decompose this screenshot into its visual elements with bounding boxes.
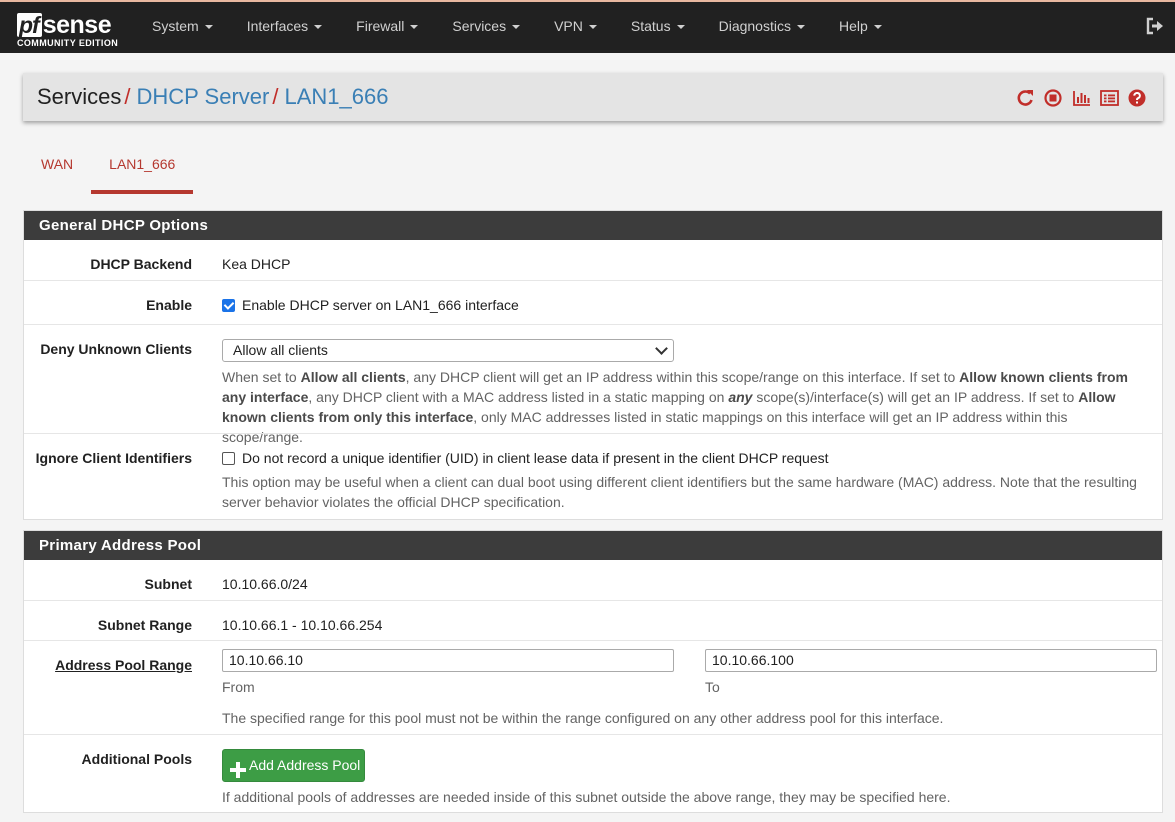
ignore-client-identifiers-checkbox-label: Do not record a unique identifier (UID) …: [242, 450, 829, 466]
subnet-range-label: Subnet Range: [97, 617, 192, 633]
enable-option: Enable DHCP server on LAN1_666 interface: [222, 297, 519, 313]
caret-down-icon: [873, 25, 882, 30]
additional-pools-label: Additional Pools: [81, 751, 192, 767]
caret-down-icon: [796, 25, 805, 30]
caret-down-icon: [410, 25, 419, 30]
subnet-range-row: Subnet Range 10.10.66.1 - 10.10.66.254: [24, 600, 1162, 640]
menu-system-label: System: [152, 18, 199, 34]
main-menu: System Interfaces Firewall Services VPN …: [135, 2, 899, 53]
interface-tabs: WAN LAN1_666: [23, 147, 194, 194]
general-dhcp-options-panel: General DHCP Options DHCP Backend Kea DH…: [23, 210, 1163, 520]
dhcp-backend-row: DHCP Backend Kea DHCP: [24, 240, 1162, 280]
restart-icon[interactable]: [1015, 88, 1037, 108]
ignore-client-identifiers-label: Ignore Client Identifiers: [35, 450, 192, 466]
breadcrumb-dhcp-server-link[interactable]: DHCP Server: [136, 84, 269, 109]
logo-edition-text: COMMUNITY EDITION: [17, 38, 119, 48]
menu-firewall-label: Firewall: [356, 18, 405, 34]
plus-icon: [230, 758, 246, 778]
breadcrumb-lan1-666-link[interactable]: LAN1_666: [284, 84, 388, 109]
header-icon-bar: [1015, 88, 1149, 108]
menu-vpn-label: VPN: [554, 18, 583, 34]
address-pool-range-row: Address Pool Range 10.10.66.10 From 10.1…: [24, 640, 1162, 734]
enable-checkbox[interactable]: [222, 299, 235, 312]
dhcp-backend-value: Kea DHCP: [222, 256, 291, 272]
additional-pools-row: Additional Pools Add Address Pool If add…: [24, 734, 1162, 814]
menu-services[interactable]: Services: [435, 2, 537, 53]
help-text: scope(s)/interface(s) will get an IP add…: [752, 389, 1079, 405]
menu-diagnostics[interactable]: Diagnostics: [702, 2, 822, 53]
caret-down-icon: [314, 25, 323, 30]
help-bold-italic-text: any: [728, 389, 753, 405]
address-pool-range-label[interactable]: Address Pool Range: [24, 657, 192, 673]
breadcrumb-separator: /: [124, 84, 131, 109]
caret-down-icon: [204, 25, 213, 30]
tab-lan1-666[interactable]: LAN1_666: [91, 147, 194, 194]
breadcrumb-panel: Services / DHCP Server / LAN1_666: [23, 73, 1163, 121]
deny-unknown-clients-select[interactable]: Allow all clients: [222, 339, 674, 362]
subnet-label: Subnet: [144, 576, 192, 592]
menu-vpn[interactable]: VPN: [537, 2, 614, 53]
logo-sense-text: sense: [42, 11, 112, 39]
panel-title: Primary Address Pool: [24, 531, 1162, 560]
pool-range-from-input[interactable]: 10.10.66.10: [222, 649, 674, 672]
menu-firewall[interactable]: Firewall: [339, 2, 435, 53]
menu-system[interactable]: System: [135, 2, 230, 53]
subnet-row: Subnet 10.10.66.0/24: [24, 560, 1162, 600]
help-text: , any DHCP client will get an IP address…: [405, 369, 960, 385]
deny-unknown-clients-row: Deny Unknown Clients Allow all clients W…: [24, 324, 1162, 445]
dhcp-backend-label: DHCP Backend: [90, 256, 192, 272]
menu-help-label: Help: [838, 18, 868, 34]
pfsense-logo[interactable]: pf sense COMMUNITY EDITION: [17, 9, 125, 49]
additional-pools-help: If additional pools of addresses are nee…: [222, 789, 951, 805]
menu-status-label: Status: [630, 18, 671, 34]
help-text: , any DHCP client with a MAC address lis…: [308, 389, 729, 405]
enable-label: Enable: [146, 297, 192, 313]
add-address-pool-button[interactable]: Add Address Pool: [222, 749, 365, 782]
panel-title: General DHCP Options: [24, 211, 1162, 240]
enable-row: Enable Enable DHCP server on LAN1_666 in…: [24, 280, 1162, 324]
breadcrumb-services: Services: [37, 84, 122, 109]
breadcrumb: Services / DHCP Server / LAN1_666: [37, 85, 388, 109]
primary-address-pool-panel: Primary Address Pool Subnet 10.10.66.0/2…: [23, 530, 1163, 813]
logout-icon[interactable]: [1145, 16, 1165, 36]
caret-down-icon: [512, 25, 521, 30]
ignore-client-identifiers-row: Ignore Client Identifiers Do not record …: [24, 433, 1162, 519]
add-address-pool-label: Add Address Pool: [249, 757, 361, 773]
top-navbar: pf sense COMMUNITY EDITION System Interfa…: [0, 0, 1175, 53]
address-pool-range-help: The specified range for this pool must n…: [222, 710, 944, 726]
chart-icon[interactable]: [1071, 88, 1093, 108]
help-text: When set to: [222, 369, 301, 385]
stop-icon[interactable]: [1043, 88, 1065, 108]
pool-range-to-label: To: [705, 679, 720, 695]
help-bold-text: Allow all clients: [300, 369, 406, 385]
deny-unknown-clients-selected: Allow all clients: [233, 342, 328, 358]
menu-help[interactable]: Help: [822, 2, 899, 53]
logo-pf-mark: pf: [17, 13, 42, 37]
pool-range-to-input[interactable]: 10.10.66.100: [705, 649, 1157, 672]
tab-wan[interactable]: WAN: [23, 147, 91, 190]
menu-diagnostics-label: Diagnostics: [718, 18, 791, 34]
ignore-client-identifiers-option: Do not record a unique identifier (UID) …: [222, 450, 829, 466]
pool-range-from-label: From: [222, 679, 255, 695]
caret-down-icon: [676, 25, 685, 30]
menu-services-label: Services: [452, 18, 507, 34]
caret-down-icon: [588, 25, 597, 30]
menu-status[interactable]: Status: [614, 2, 702, 53]
menu-interfaces-label: Interfaces: [246, 18, 309, 34]
ignore-client-identifiers-help: This option may be useful when a client …: [222, 474, 1137, 510]
breadcrumb-separator: /: [272, 84, 279, 109]
menu-interfaces[interactable]: Interfaces: [230, 2, 339, 53]
deny-unknown-clients-label: Deny Unknown Clients: [40, 341, 192, 357]
ignore-client-identifiers-checkbox[interactable]: [222, 452, 235, 465]
subnet-range-value: 10.10.66.1 - 10.10.66.254: [222, 617, 383, 633]
enable-checkbox-label: Enable DHCP server on LAN1_666 interface: [242, 297, 519, 313]
subnet-value: 10.10.66.0/24: [222, 576, 308, 592]
chevron-down-icon: [655, 342, 668, 355]
list-icon[interactable]: [1099, 88, 1121, 108]
help-icon[interactable]: [1127, 88, 1149, 108]
